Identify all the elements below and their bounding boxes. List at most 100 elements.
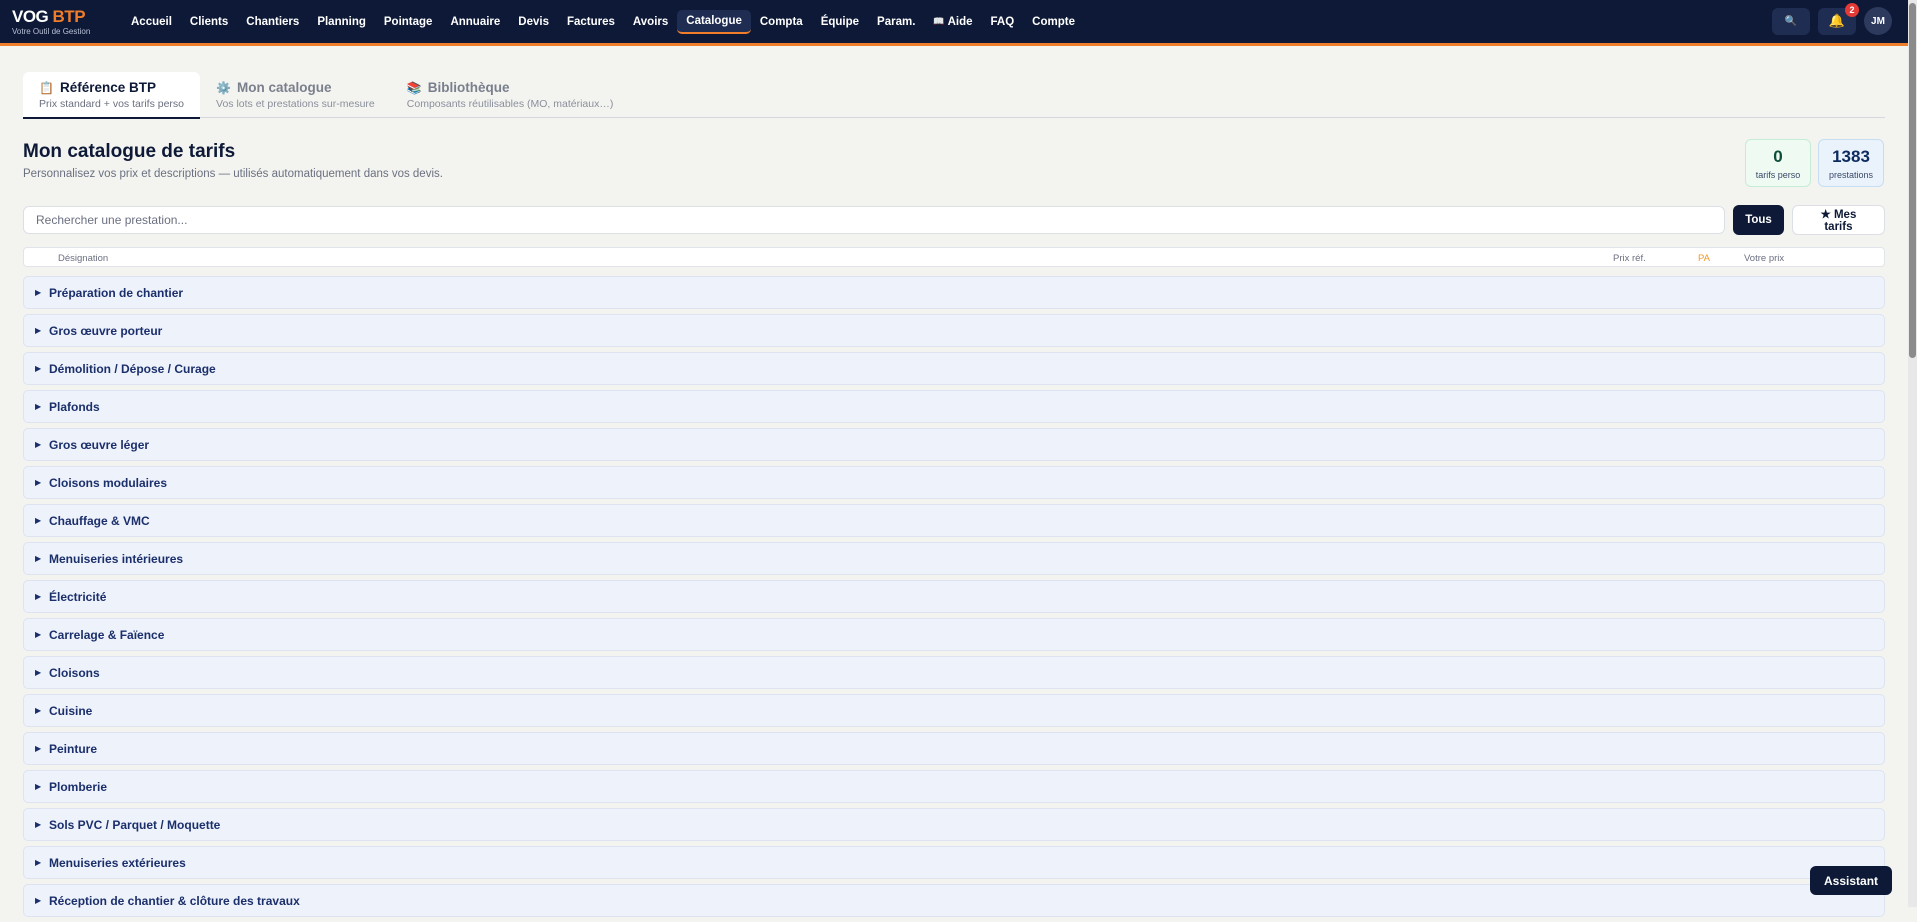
tab-subtitle: Prix standard + vos tarifs perso [39,98,185,110]
nav-item-label: Factures [566,15,615,28]
nav-item-2[interactable]: Chantiers [237,11,308,33]
notifications-button[interactable]: 🔔 2 [1818,2,1859,35]
nav-item-8[interactable]: Avoirs [624,11,677,33]
assistant-button[interactable]: Assistant [1810,866,1893,895]
nav-item-label: FAQ [990,15,1015,28]
expand-arrow-icon: ▶ [35,782,42,791]
nav-item-label: Compta [759,15,803,28]
expand-arrow-icon: ▶ [35,896,42,905]
scrollbar-thumb[interactable] [1909,3,1916,358]
filter-my-rates-button[interactable]: ★ Mes tarifs [1791,205,1885,235]
expand-arrow-icon: ▶ [35,326,42,335]
global-search-button[interactable]: 🔍 [1772,7,1810,35]
category-row[interactable]: ▶ Chauffage & VMC [23,504,1885,537]
nav-item-label: Compte [1032,15,1075,28]
expand-arrow-icon: ▶ [35,630,42,639]
stats-panel: 0 tarifs perso 1383 prestations [1745,139,1884,187]
nav-item-label: Annuaire [450,15,501,28]
tab-title: Bibliothèque [427,80,510,95]
category-label: Préparation de chantier [49,285,184,300]
tab-subtitle: Vos lots et prestations sur-mesure [216,98,375,110]
nav-item-15[interactable]: Compte [1023,11,1084,33]
category-label: Plafonds [49,399,100,414]
nav-item-label: Planning [317,15,366,28]
nav-item-10[interactable]: Compta [751,11,812,33]
table-header: Désignation Prix réf. PA Votre prix [23,247,1885,267]
nav-item-4[interactable]: Pointage [375,11,442,33]
total-services-stat: 1383 prestations [1818,139,1884,187]
category-row[interactable]: ▶ Cuisine [23,694,1885,727]
category-row[interactable]: ▶ Démolition / Dépose / Curage [23,352,1885,385]
category-label: Menuiseries extérieures [49,855,186,870]
category-row[interactable]: ▶ Carrelage & Faïence [23,618,1885,651]
custom-rates-label: tarifs perso [1755,170,1801,180]
notification-badge: 2 [1845,2,1859,17]
nav-item-label: Pointage [383,15,433,28]
nav-item-label: Devis [518,15,549,28]
category-label: Démolition / Dépose / Curage [49,361,216,376]
nav-item-label: Catalogue [686,14,742,27]
tab-reference-btp[interactable]: 📋 Référence BTP Prix standard + vos tarifs… [23,72,201,119]
column-header-pa: PA [1698,253,1710,264]
category-label: Cloisons modulaires [49,475,168,490]
search-input[interactable] [23,206,1726,234]
nav-item-6[interactable]: Devis [509,11,558,33]
category-label: Gros œuvre léger [49,437,150,452]
page-title: Mon catalogue de tarifs [23,141,236,162]
expand-arrow-icon: ▶ [35,820,42,829]
category-row[interactable]: ▶ Gros œuvre porteur [23,314,1885,347]
column-header-ref-price: Prix réf. [1613,253,1646,264]
category-row[interactable]: ▶ Réception de chantier & clôture des tra… [23,884,1885,917]
category-label: Gros œuvre porteur [49,323,163,338]
tab-my-catalogue[interactable]: ⚙️ Mon catalogue Vos lots et prestations s… [200,72,391,117]
category-label: Électricité [49,589,107,604]
expand-arrow-icon: ▶ [35,668,42,677]
category-row[interactable]: ▶ Plomberie [23,770,1885,803]
expand-arrow-icon: ▶ [35,478,42,487]
category-row[interactable]: ▶ Menuiseries intérieures [23,542,1885,575]
category-label: Réception de chantier & clôture des trav… [49,893,300,908]
nav-item-7[interactable]: Factures [558,11,624,33]
page-subtitle: Personnalisez vos prix et descriptions —… [23,168,443,180]
column-header-your-price: Votre prix [1744,253,1785,264]
nav-item-14[interactable]: FAQ [982,11,1024,33]
tab-title: Référence BTP [59,80,156,95]
category-row[interactable]: ▶ Sols PVC / Parquet / Moquette [23,808,1885,841]
expand-arrow-icon: ▶ [35,288,42,297]
main-nav: Accueil Clients Chantiers Planning Pointage A… [122,9,1084,34]
category-row[interactable]: ▶ Cloisons modulaires [23,466,1885,499]
expand-arrow-icon: ▶ [35,554,42,563]
page-scrollbar[interactable] [1908,0,1917,907]
tab-title: Mon catalogue [236,80,332,95]
category-row[interactable]: ▶ Gros œuvre léger [23,428,1885,461]
category-row[interactable]: ▶ Cloisons [23,656,1885,689]
nav-item-9[interactable]: Catalogue [677,9,751,34]
nav-item-5[interactable]: Annuaire [441,11,509,33]
avatar[interactable]: JM [1864,7,1892,35]
book-icon: 📖 [933,16,945,26]
expand-arrow-icon: ▶ [35,858,42,867]
nav-item-13[interactable]: 📖 Aide [924,11,981,33]
nav-item-3[interactable]: Planning [308,11,375,33]
category-row[interactable]: ▶ Peinture [23,732,1885,765]
brand-tagline: Votre Outil de Gestion [12,26,91,36]
tab-subtitle: Composants réutilisables (MO, matériaux…… [406,98,614,110]
nav-item-12[interactable]: Param. [868,11,924,33]
category-row[interactable]: ▶ Électricité [23,580,1885,613]
filter-all-button[interactable]: Tous [1733,205,1784,235]
tab-library[interactable]: 📚 Bibliothèque Composants réutilisables (M… [391,72,630,117]
gear-icon: ⚙️ [216,80,231,95]
category-row[interactable]: ▶ Menuiseries extérieures [23,846,1885,879]
nav-item-0[interactable]: Accueil [122,11,181,33]
category-row[interactable]: ▶ Plafonds [23,390,1885,423]
category-row[interactable]: ▶ Préparation de chantier [23,276,1885,309]
brand-logo[interactable]: VOG BTP Votre Outil de Gestion [0,8,122,36]
custom-rates-stat: 0 tarifs perso [1745,139,1811,187]
expand-arrow-icon: ▶ [35,744,42,753]
nav-item-1[interactable]: Clients [181,11,237,33]
nav-item-label: Clients [189,15,229,28]
custom-rates-count: 0 [1773,147,1783,166]
nav-item-11[interactable]: Équipe [812,11,868,33]
nav-actions: 🔍 🔔 2 JM [1772,2,1892,35]
expand-arrow-icon: ▶ [35,364,42,373]
